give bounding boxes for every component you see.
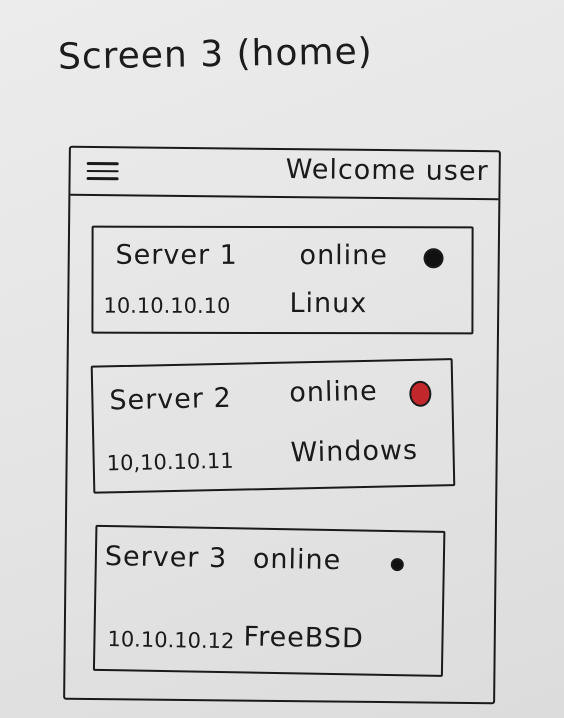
- server-ip: 10.10.10.12: [107, 627, 235, 654]
- server-os: Windows: [290, 434, 419, 469]
- server-card-3[interactable]: Server 3 online 10.10.10.12 FreeBSD: [92, 524, 446, 677]
- server-card-2[interactable]: Server 2 online 10,10.10.11 Windows: [90, 358, 456, 494]
- server-status: online: [288, 375, 378, 409]
- status-online-dot-icon: [409, 380, 432, 408]
- server-ip: 10.10.10.10: [103, 293, 231, 318]
- status-online-dot-icon: [390, 557, 404, 572]
- server-os: FreeBSD: [243, 621, 365, 655]
- phone-screen-frame: Welcome user Server 1 online 10.10.10.10…: [63, 145, 501, 705]
- server-card-1[interactable]: Server 1 online 10.10.10.10 Linux: [91, 225, 474, 335]
- server-ip: 10,10.10.11: [106, 448, 234, 476]
- server-name: Server 1: [115, 239, 238, 271]
- server-os: Linux: [289, 288, 368, 320]
- server-status: online: [299, 240, 388, 272]
- server-status: online: [252, 543, 342, 577]
- server-name: Server 3: [104, 541, 228, 575]
- app-header: Welcome user: [70, 147, 499, 201]
- status-online-dot-icon: [423, 248, 444, 269]
- welcome-user-label: Welcome user: [285, 154, 489, 188]
- server-name: Server 2: [109, 382, 233, 417]
- sketch-title: Screen 3 (home): [57, 31, 374, 78]
- hamburger-menu-icon[interactable]: [86, 161, 119, 186]
